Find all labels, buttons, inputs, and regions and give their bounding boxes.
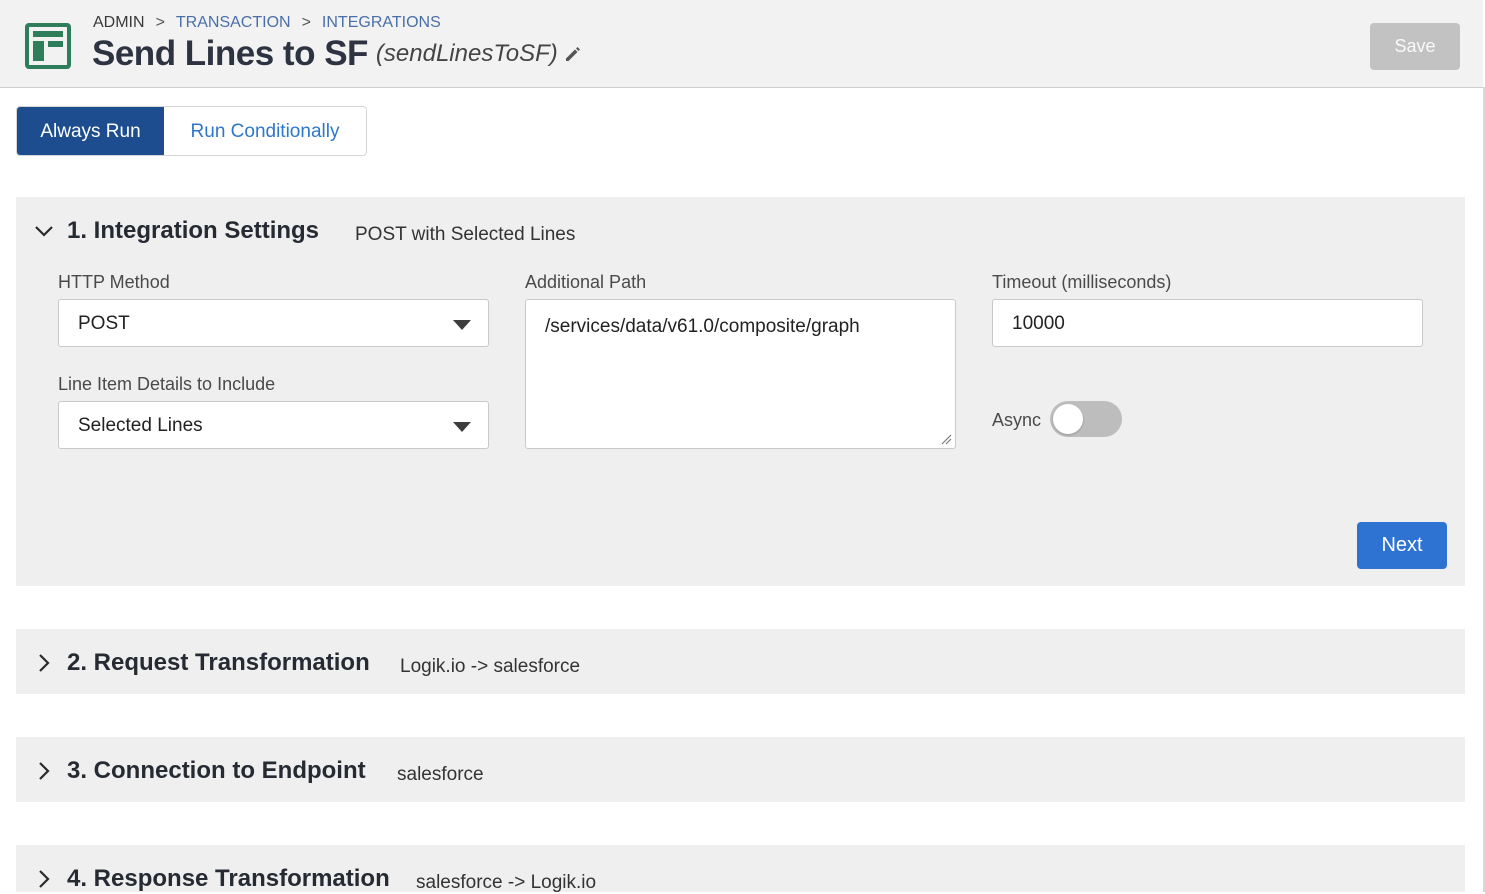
page-subtitle: (sendLinesToSF) (375, 40, 558, 67)
line-items-label: Line Item Details to Include (58, 374, 276, 394)
http-method-label: HTTP Method (58, 272, 170, 292)
run-mode-toggle: Always Run Run Conditionally (16, 106, 367, 156)
breadcrumb: ADMIN > TRANSACTION > INTEGRATIONS (93, 14, 441, 32)
breadcrumb-item-admin[interactable]: ADMIN (93, 14, 145, 31)
section-integration-settings: 1. Integration Settings POST with Select… (16, 197, 1465, 586)
section-title[interactable]: 2. Request Transformation (67, 649, 370, 677)
breadcrumb-item-transaction[interactable]: TRANSACTION (176, 14, 291, 31)
breadcrumb-separator: > (301, 14, 311, 31)
chevron-right-icon[interactable] (34, 653, 54, 673)
always-run-option[interactable]: Always Run (17, 107, 164, 155)
additional-path-value: /services/data/v61.0/composite/graph (545, 316, 860, 337)
timeout-value: 10000 (1012, 313, 1065, 334)
async-label: Async (992, 410, 1042, 430)
table-layout-icon (25, 23, 71, 69)
chevron-down-icon[interactable] (34, 221, 54, 241)
additional-path-label: Additional Path (525, 272, 647, 292)
section-summary: Logik.io -> salesforce (400, 656, 581, 677)
breadcrumb-item-integrations[interactable]: INTEGRATIONS (322, 14, 441, 31)
page-title: Send Lines to SF (92, 34, 368, 73)
pencil-icon[interactable] (564, 45, 582, 63)
save-button[interactable]: Save (1370, 23, 1460, 70)
run-conditionally-option[interactable]: Run Conditionally (164, 107, 366, 155)
caret-down-icon (453, 422, 471, 432)
async-toggle[interactable] (1050, 401, 1122, 437)
chevron-right-icon[interactable] (34, 869, 54, 889)
page-header: ADMIN > TRANSACTION > INTEGRATIONS Send Line… (0, 0, 1483, 88)
section-title[interactable]: 3. Connection to Endpoint (67, 757, 366, 785)
line-items-value: Selected Lines (78, 415, 203, 436)
title-row: Send Lines to SF (sendLinesToSF) (92, 34, 582, 74)
http-method-value: POST (78, 313, 130, 334)
http-method-select[interactable]: POST (58, 299, 489, 347)
section-summary: salesforce (397, 764, 484, 785)
section-title[interactable]: 4. Response Transformation (67, 865, 390, 893)
timeout-input[interactable]: 10000 (992, 299, 1423, 347)
caret-down-icon (453, 320, 471, 330)
resize-grip-icon[interactable] (941, 434, 952, 445)
timeout-label: Timeout (milliseconds) (992, 272, 1172, 292)
breadcrumb-separator: > (155, 14, 165, 31)
line-items-select[interactable]: Selected Lines (58, 401, 489, 449)
section-request-transformation[interactable]: 2. Request Transformation Logik.io -> sa… (16, 629, 1465, 694)
additional-path-textarea[interactable]: /services/data/v61.0/composite/graph (525, 299, 956, 449)
async-toggle-knob (1053, 404, 1083, 434)
section-summary: salesforce -> Logik.io (416, 872, 597, 893)
section-connection-to-endpoint[interactable]: 3. Connection to Endpoint salesforce (16, 737, 1465, 802)
section-response-transformation[interactable]: 4. Response Transformation salesforce ->… (16, 845, 1465, 893)
next-button[interactable]: Next (1357, 522, 1447, 569)
section-summary: POST with Selected Lines (355, 224, 576, 245)
chevron-right-icon[interactable] (34, 761, 54, 781)
section-title[interactable]: 1. Integration Settings (67, 217, 319, 245)
